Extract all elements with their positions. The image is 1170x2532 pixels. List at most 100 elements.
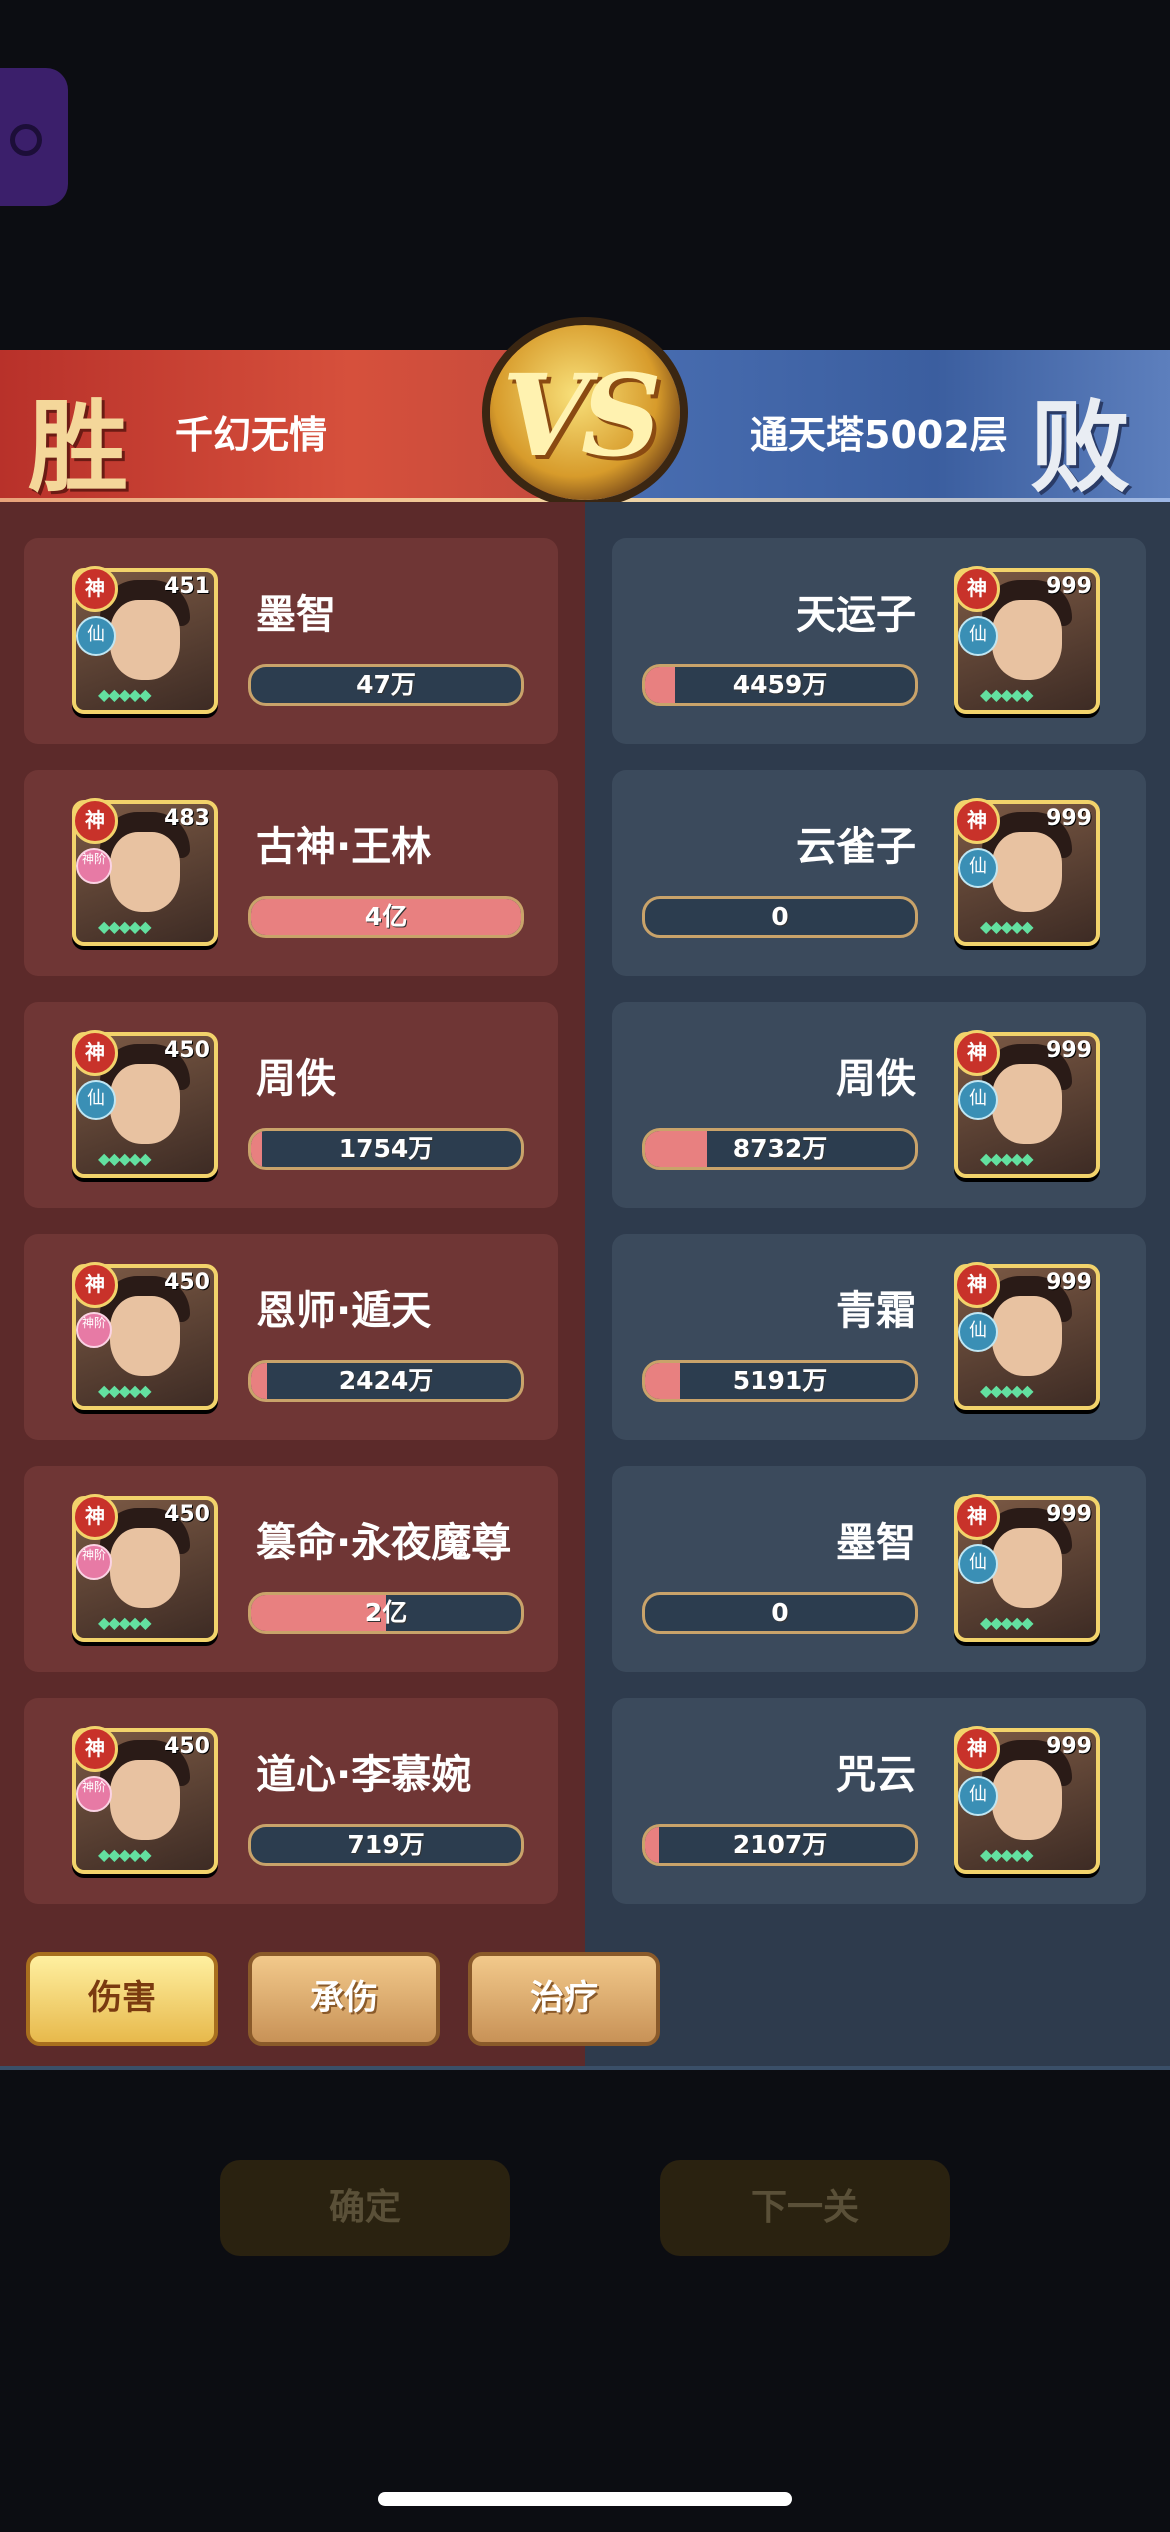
hero-portrait-face: [992, 1296, 1062, 1376]
hero-avatar[interactable]: 451 神仙 ◆◆◆◆◆: [72, 566, 218, 714]
tab-damage-taken[interactable]: 承伤: [248, 1952, 440, 2046]
hero-portrait-face: [992, 1760, 1062, 1840]
stat-bar: 2424万: [248, 1360, 524, 1402]
vs-label: VS: [502, 351, 662, 482]
hero-portrait-face: [110, 1528, 180, 1608]
panel-bottom-divider: [0, 2066, 1170, 2070]
stat-bar: 5191万: [642, 1360, 918, 1402]
stat-bar: 0: [642, 1592, 918, 1634]
hero-avatar[interactable]: 450 神神阶 ◆◆◆◆◆: [72, 1726, 218, 1874]
hero-avatar[interactable]: 999 神仙 ◆◆◆◆◆: [954, 1262, 1100, 1410]
class-badge: 神阶: [76, 1544, 112, 1580]
hero-level: 999: [1046, 1502, 1092, 1527]
star-gems-icon: ◆◆◆◆◆: [980, 685, 1034, 704]
star-gems-icon: ◆◆◆◆◆: [980, 1845, 1034, 1864]
left-hero-card[interactable]: 483 神神阶 ◆◆◆◆◆ 古神·王林 4亿: [24, 770, 558, 976]
hero-avatar[interactable]: 483 神神阶 ◆◆◆◆◆: [72, 798, 218, 946]
hero-avatar[interactable]: 999 神仙 ◆◆◆◆◆: [954, 1030, 1100, 1178]
stat-bar: 2107万: [642, 1824, 918, 1866]
left-hero-card[interactable]: 451 神仙 ◆◆◆◆◆ 墨智 47万: [24, 538, 558, 744]
hero-portrait-face: [110, 832, 180, 912]
hero-name: 周佚: [836, 1056, 916, 1102]
hero-avatar[interactable]: 999 神仙 ◆◆◆◆◆: [954, 566, 1100, 714]
star-gems-icon: ◆◆◆◆◆: [98, 1845, 152, 1864]
star-gems-icon: ◆◆◆◆◆: [98, 685, 152, 704]
right-hero-card[interactable]: 999 神仙 ◆◆◆◆◆ 天运子 4459万: [612, 538, 1146, 744]
rank-badge: 神: [954, 1262, 1000, 1308]
rank-badge: 神: [954, 1494, 1000, 1540]
hero-avatar[interactable]: 999 神仙 ◆◆◆◆◆: [954, 1726, 1100, 1874]
home-indicator[interactable]: [378, 2492, 792, 2506]
hero-level: 999: [1046, 1038, 1092, 1063]
hero-level: 450: [164, 1038, 210, 1063]
class-badge: 仙: [958, 848, 998, 888]
star-gems-icon: ◆◆◆◆◆: [980, 1149, 1034, 1168]
hero-name: 咒云: [836, 1752, 916, 1798]
stat-value: 4亿: [364, 902, 408, 931]
hero-name: 道心·李慕婉: [256, 1752, 472, 1798]
hero-avatar[interactable]: 999 神仙 ◆◆◆◆◆: [954, 1494, 1100, 1642]
hero-name: 墨智: [256, 592, 336, 638]
rank-badge: 神: [72, 1726, 118, 1772]
right-hero-card[interactable]: 999 神仙 ◆◆◆◆◆ 青霜 5191万: [612, 1234, 1146, 1440]
stat-value: 2424万: [338, 1366, 434, 1395]
left-hero-card[interactable]: 450 神神阶 ◆◆◆◆◆ 道心·李慕婉 719万: [24, 1698, 558, 1904]
class-badge: 仙: [958, 616, 998, 656]
class-badge: 仙: [958, 1776, 998, 1816]
confirm-button[interactable]: 确定: [220, 2160, 510, 2256]
hero-avatar[interactable]: 450 神仙 ◆◆◆◆◆: [72, 1030, 218, 1178]
stat-bar: 4亿: [248, 896, 524, 938]
star-gems-icon: ◆◆◆◆◆: [98, 1613, 152, 1632]
left-hero-card[interactable]: 450 神神阶 ◆◆◆◆◆ 恩师·遁天 2424万: [24, 1234, 558, 1440]
rank-badge: 神: [72, 1494, 118, 1540]
next-level-button[interactable]: 下一关: [660, 2160, 950, 2256]
side-tab-icon[interactable]: [0, 68, 68, 206]
stat-value: 0: [771, 902, 789, 931]
left-hero-card[interactable]: 450 神神阶 ◆◆◆◆◆ 篡命·永夜魔尊 2亿: [24, 1466, 558, 1672]
stat-bar: 8732万: [642, 1128, 918, 1170]
stat-value: 1754万: [338, 1134, 434, 1163]
stat-value: 719万: [347, 1830, 425, 1859]
class-badge: 仙: [958, 1080, 998, 1120]
star-gems-icon: ◆◆◆◆◆: [980, 1381, 1034, 1400]
left-player-name: 千幻无情: [175, 413, 328, 457]
star-gems-icon: ◆◆◆◆◆: [980, 917, 1034, 936]
star-gems-icon: ◆◆◆◆◆: [98, 1381, 152, 1400]
hero-portrait-face: [110, 1760, 180, 1840]
hero-avatar[interactable]: 999 神仙 ◆◆◆◆◆: [954, 798, 1100, 946]
stat-value: 2亿: [364, 1598, 408, 1627]
rank-badge: 神: [72, 566, 118, 612]
hero-level: 450: [164, 1502, 210, 1527]
hero-portrait-face: [992, 1528, 1062, 1608]
hero-portrait-face: [110, 1064, 180, 1144]
stat-bar: 4459万: [642, 664, 918, 706]
hero-avatar[interactable]: 450 神神阶 ◆◆◆◆◆: [72, 1262, 218, 1410]
stat-bar: 1754万: [248, 1128, 524, 1170]
right-hero-card[interactable]: 999 神仙 ◆◆◆◆◆ 咒云 2107万: [612, 1698, 1146, 1904]
hero-name: 周佚: [256, 1056, 336, 1102]
class-badge: 仙: [76, 1080, 116, 1120]
tab-healing[interactable]: 治疗: [468, 1952, 660, 2046]
hero-name: 云雀子: [796, 824, 916, 870]
tab-damage[interactable]: 伤害: [26, 1952, 218, 2046]
hero-portrait-face: [992, 832, 1062, 912]
right-hero-card[interactable]: 999 神仙 ◆◆◆◆◆ 周佚 8732万: [612, 1002, 1146, 1208]
star-gems-icon: ◆◆◆◆◆: [98, 1149, 152, 1168]
class-badge: 仙: [958, 1312, 998, 1352]
hero-level: 999: [1046, 1270, 1092, 1295]
right-hero-card[interactable]: 999 神仙 ◆◆◆◆◆ 墨智 0: [612, 1466, 1146, 1672]
hero-avatar[interactable]: 450 神神阶 ◆◆◆◆◆: [72, 1494, 218, 1642]
hero-level: 999: [1046, 1734, 1092, 1759]
stat-value: 5191万: [732, 1366, 828, 1395]
star-gems-icon: ◆◆◆◆◆: [980, 1613, 1034, 1632]
stat-bar: 47万: [248, 664, 524, 706]
vs-emblem: VS: [490, 325, 680, 500]
rank-badge: 神: [954, 1030, 1000, 1076]
hero-portrait-face: [110, 1296, 180, 1376]
hero-name: 青霜: [836, 1288, 916, 1334]
hero-level: 483: [164, 806, 210, 831]
rank-badge: 神: [72, 1262, 118, 1308]
left-hero-card[interactable]: 450 神仙 ◆◆◆◆◆ 周佚 1754万: [24, 1002, 558, 1208]
right-hero-card[interactable]: 999 神仙 ◆◆◆◆◆ 云雀子 0: [612, 770, 1146, 976]
rank-badge: 神: [954, 798, 1000, 844]
